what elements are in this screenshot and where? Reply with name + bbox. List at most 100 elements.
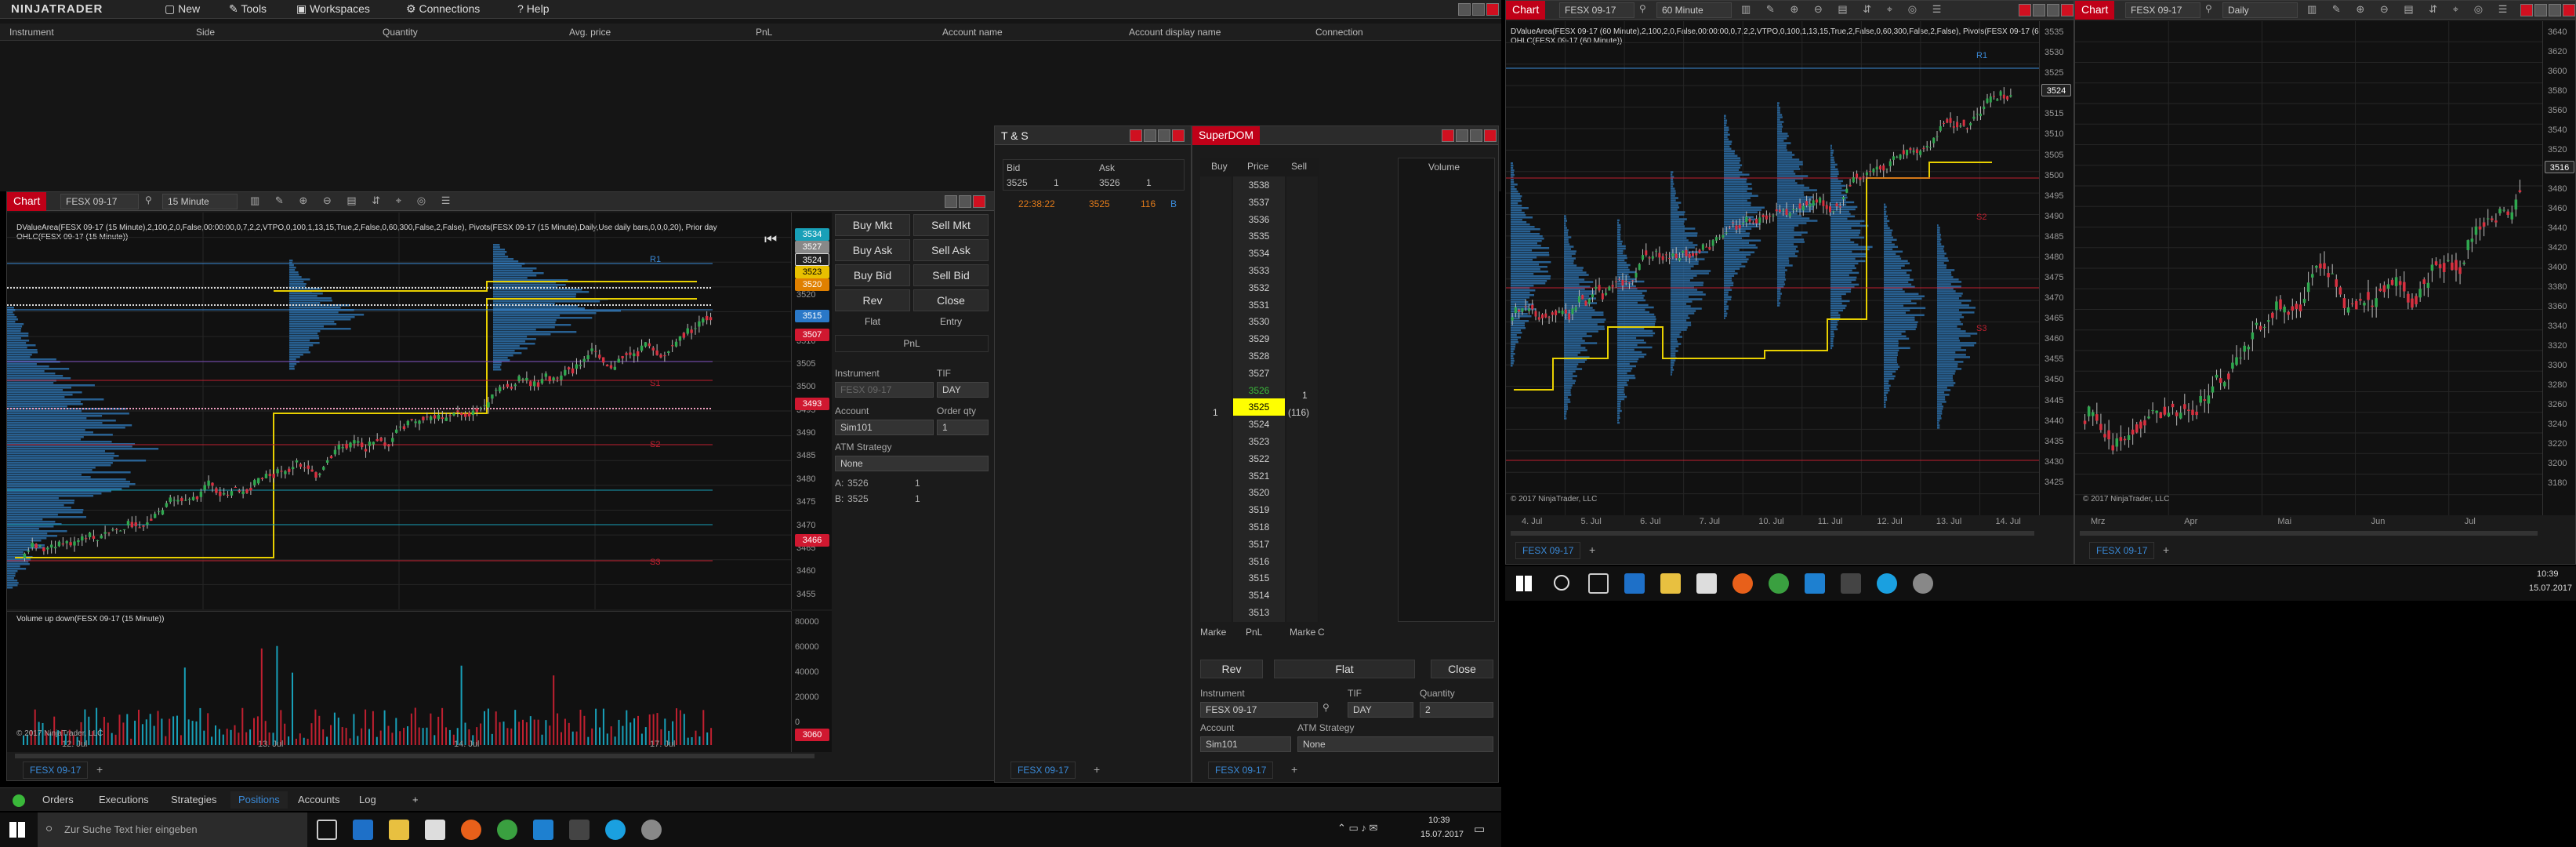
dom-price-row[interactable]: 3531 xyxy=(1233,296,1285,314)
app-icon[interactable] xyxy=(533,820,553,840)
dom-atm-select[interactable]: None xyxy=(1297,736,1493,752)
dom-price-row[interactable]: 3535 xyxy=(1233,227,1285,245)
task-view-icon[interactable] xyxy=(317,820,337,840)
dom-instrument-select[interactable]: FESX 09-17 xyxy=(1200,702,1318,718)
chart3-close-red[interactable] xyxy=(2520,4,2533,16)
chrome-icon[interactable] xyxy=(497,820,517,840)
dom-price-row[interactable]: 3513 xyxy=(1233,604,1285,621)
chart1-maximize[interactable] xyxy=(959,195,971,208)
tab-accounts[interactable]: Accounts xyxy=(290,791,347,809)
instrument-field[interactable]: FESX 09-17 xyxy=(835,382,934,398)
maximize-button[interactable] xyxy=(1472,3,1485,16)
chart1-price-axis[interactable]: 3530352535203515351035053500349534903485… xyxy=(791,213,832,609)
col-instrument[interactable]: Instrument xyxy=(9,27,54,38)
menu-workspaces[interactable]: ▣ Workspaces xyxy=(296,2,370,16)
taskbar-search-box[interactable]: ○ Zur Suche Text hier eingeben xyxy=(38,812,307,847)
menu-tools[interactable]: ✎ Tools xyxy=(229,2,267,16)
dom-account-select[interactable]: Sim101 xyxy=(1200,736,1291,752)
notification-icon[interactable]: ▭ xyxy=(1474,822,1485,836)
dom-foot-market-buy[interactable]: Marke xyxy=(1200,627,1226,638)
tray-icons[interactable]: ⌃ ▭ ♪ ✉ xyxy=(1337,822,1377,834)
chart3-add-tab[interactable]: + xyxy=(2163,543,2169,556)
edge-icon-right[interactable] xyxy=(1624,573,1645,594)
chart3-instrument-select[interactable]: FESX 09-17 xyxy=(2125,2,2200,18)
explorer-icon[interactable] xyxy=(389,820,409,840)
chart3-search-icon[interactable]: ⚲ xyxy=(2205,3,2212,14)
dom-price-row[interactable]: 3528 xyxy=(1233,347,1285,365)
dom-price-row[interactable]: 3520 xyxy=(1233,484,1285,501)
superdom-minimize[interactable] xyxy=(1456,129,1468,142)
dom-price-row[interactable]: 3521 xyxy=(1233,467,1285,485)
dom-price-row[interactable]: 3529 xyxy=(1233,330,1285,347)
firefox-icon-right[interactable] xyxy=(1732,573,1753,594)
ts-minimize[interactable] xyxy=(1144,129,1156,142)
chart3-price-axis[interactable]: 3640362036003580356035403520350034803460… xyxy=(2542,21,2575,515)
menu-help[interactable]: ? Help xyxy=(517,2,549,15)
chart2-tab[interactable]: FESX 09-17 xyxy=(1515,542,1581,559)
chart2-price-axis[interactable]: 3535353035253520351535103505350034953490… xyxy=(2039,21,2073,515)
chart3-interval-select[interactable]: Daily xyxy=(2222,2,2298,18)
dom-price-row[interactable]: 3524 xyxy=(1233,416,1285,433)
chart1-volume-panel[interactable]: Volume up down(FESX 09-17 (15 Minute)) ©… xyxy=(7,611,822,752)
dom-price-row[interactable]: 3530 xyxy=(1233,313,1285,330)
chart3-close[interactable] xyxy=(2563,4,2575,16)
dom-price-row[interactable]: 3526 xyxy=(1233,382,1285,399)
ninjatrader-icon-right[interactable] xyxy=(1841,573,1861,594)
dom-price-row[interactable]: 3518 xyxy=(1233,518,1285,536)
firefox-icon[interactable] xyxy=(461,820,481,840)
ts-maximize[interactable] xyxy=(1158,129,1170,142)
account-select[interactable]: Sim101 xyxy=(835,420,934,435)
app-icon-right[interactable] xyxy=(1805,573,1825,594)
dom-price-row[interactable]: 3519 xyxy=(1233,501,1285,518)
dom-price-row[interactable]: 3525 xyxy=(1233,398,1285,416)
chart1-back-icon[interactable]: ⏮ xyxy=(764,231,777,248)
chart1-price-panel[interactable]: DValueArea(FESX 09-17 (15 Minute),2,100,… xyxy=(7,213,822,609)
order-qty-stepper[interactable]: 1 xyxy=(937,420,989,435)
start-icon-right[interactable] xyxy=(1516,576,1532,591)
superdom-maximize[interactable] xyxy=(1470,129,1482,142)
sell-ask-button[interactable]: Sell Ask xyxy=(913,239,989,261)
dom-tif-select[interactable]: DAY xyxy=(1348,702,1413,718)
dom-search-icon[interactable]: ⚲ xyxy=(1322,702,1330,713)
misc-app-icon-right[interactable] xyxy=(1913,573,1933,594)
dom-price-row[interactable]: 3514 xyxy=(1233,587,1285,604)
chart2-minimize[interactable] xyxy=(2033,4,2045,16)
ts-close[interactable] xyxy=(1130,129,1142,142)
chart1-search-icon[interactable]: ⚲ xyxy=(145,194,152,205)
superdom-close-red[interactable] xyxy=(1442,129,1454,142)
tif-select[interactable]: DAY xyxy=(937,382,989,398)
chrome-icon-right[interactable] xyxy=(1769,573,1789,594)
superdom-close[interactable] xyxy=(1484,129,1497,142)
dom-price-row[interactable]: 3523 xyxy=(1233,433,1285,450)
chart2-scrollbar[interactable] xyxy=(1511,531,2034,536)
explorer-icon-right[interactable] xyxy=(1660,573,1681,594)
chart2-maximize[interactable] xyxy=(2047,4,2059,16)
atm-strategy-select[interactable]: None xyxy=(835,456,989,471)
sell-bid-button[interactable]: Sell Bid xyxy=(913,264,989,286)
tab-orders[interactable]: Orders xyxy=(34,791,82,809)
chart3-price-panel[interactable]: © 2017 NinjaTrader, LLC xyxy=(2075,21,2542,515)
sell-mkt-button[interactable]: Sell Mkt xyxy=(913,214,989,236)
dom-add-tab[interactable]: + xyxy=(1291,763,1297,776)
col-pnl[interactable]: PnL xyxy=(756,27,772,38)
chart2-add-tab[interactable]: + xyxy=(1589,543,1595,556)
chart1-tab[interactable]: FESX 09-17 xyxy=(23,762,89,779)
ts-tab[interactable]: FESX 09-17 xyxy=(1010,762,1076,779)
col-connection[interactable]: Connection xyxy=(1315,27,1363,38)
dom-price-row[interactable]: 3533 xyxy=(1233,262,1285,279)
col-account-name[interactable]: Account name xyxy=(942,27,1003,38)
col-quantity[interactable]: Quantity xyxy=(383,27,418,38)
chart3-tab[interactable]: FESX 09-17 xyxy=(2089,542,2155,559)
dom-price-row[interactable]: 3516 xyxy=(1233,553,1285,570)
edge-icon[interactable] xyxy=(353,820,373,840)
close-position-button[interactable]: Close xyxy=(913,289,989,311)
store-icon-right[interactable] xyxy=(1696,573,1717,594)
buy-bid-button[interactable]: Buy Bid xyxy=(835,264,910,286)
dom-tab[interactable]: FESX 09-17 xyxy=(1208,762,1274,779)
col-avg-price[interactable]: Avg. price xyxy=(569,27,611,38)
chart2-instrument-select[interactable]: FESX 09-17 xyxy=(1559,2,1634,18)
dom-price-row[interactable]: 3532 xyxy=(1233,279,1285,296)
chart2-search-icon[interactable]: ⚲ xyxy=(1639,3,1646,14)
dom-price-row[interactable]: 3536 xyxy=(1233,211,1285,228)
start-icon[interactable] xyxy=(9,822,25,838)
